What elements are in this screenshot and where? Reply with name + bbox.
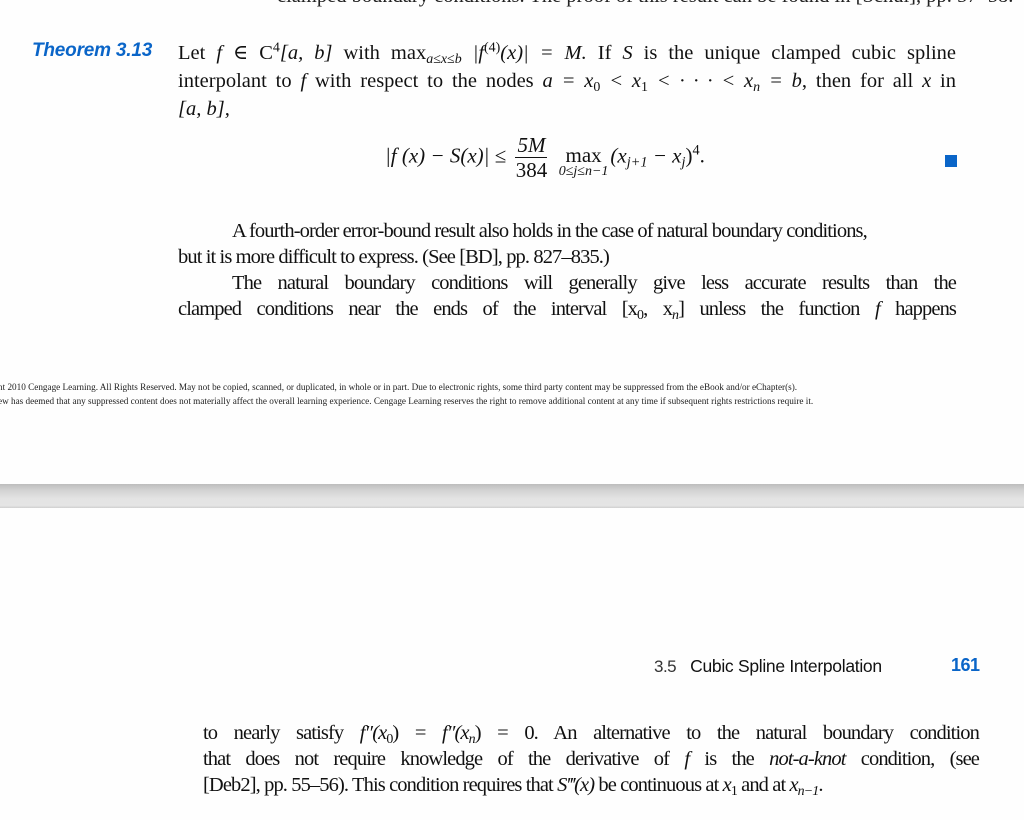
math-nodes: < · · · < x	[647, 70, 754, 92]
text: , then for all	[801, 70, 923, 92]
text: happens	[879, 298, 957, 320]
running-header: 3.5 Cubic Spline Interpolation	[654, 656, 882, 677]
text: ) = 0. An alternative to the natural bou…	[474, 722, 980, 744]
end-of-proof-square-icon	[945, 155, 957, 167]
math: S‴(x)	[557, 774, 595, 796]
max-label: max	[565, 142, 602, 167]
math-nodes: < x	[600, 70, 641, 92]
text: be continuous at	[594, 774, 723, 796]
text: in	[931, 70, 956, 92]
text: ) =	[392, 722, 443, 744]
equation-end: .	[699, 143, 705, 168]
equation-rhs: (x	[610, 143, 627, 168]
theorem-line-1: Let f ∈ C4[a, b] with maxa≤x≤b |f(4)(x)|…	[178, 39, 956, 67]
paragraph-line: clamped conditions near the ends of the …	[178, 296, 957, 323]
math-deriv: |f	[472, 42, 485, 64]
paragraph-line: [Deb2], pp. 55–56). This condition requi…	[203, 772, 979, 800]
paragraph-natural-boundary: The natural boundary conditions will gen…	[178, 270, 957, 323]
text: and at	[736, 774, 790, 796]
text: [Deb2], pp. 55–56). This condition requi…	[203, 774, 558, 796]
text: with max	[332, 42, 427, 64]
copyright-line-1: nt 2010 Cengage Learning. All Rights Res…	[0, 382, 798, 392]
text: condition, (see	[845, 748, 980, 770]
copyright-line-2: ew has deemed that any suppressed conten…	[0, 396, 814, 406]
text: ] unless the function	[678, 298, 875, 320]
text: Let	[178, 42, 217, 64]
paragraph-line: that does not require knowledge of the d…	[203, 746, 980, 772]
page-number: 161	[951, 655, 980, 675]
equation-lhs: |f (x) − S(x)| ≤	[385, 143, 507, 168]
text: interpolant to	[178, 70, 301, 92]
paragraph-line: The natural boundary conditions will gen…	[232, 272, 957, 294]
math: f″(x	[359, 722, 387, 744]
paragraph-line: A fourth-order error-bound result also h…	[232, 220, 868, 242]
fraction: 5M 384	[515, 133, 548, 182]
theorem-line-2: interpolant to f with respect to the nod…	[178, 67, 956, 95]
text: clamped conditions near the ends of the …	[178, 298, 638, 320]
clipped-top-line: clamped boundary conditions. The proof o…	[277, 0, 1013, 10]
math-sub: 1	[640, 80, 648, 96]
theorem-line-3: [a, b],	[178, 98, 230, 120]
page-separator	[0, 484, 1024, 508]
math: f″(x	[442, 722, 469, 744]
math-f: f	[216, 42, 223, 64]
text: is the unique clamped cubic spline	[632, 42, 957, 64]
text: that does not require knowledge of the d…	[203, 748, 685, 770]
math-interval: [a, b]	[279, 42, 333, 64]
math-sup: (4)	[484, 40, 501, 56]
math-sup: 4	[692, 142, 700, 159]
section-number: 3.5	[654, 657, 677, 676]
text: If	[586, 42, 623, 64]
math: x	[789, 774, 798, 796]
paragraph-error-bound: A fourth-order error-bound result also h…	[178, 218, 956, 270]
text: with respect to the nodes	[306, 70, 543, 92]
text: .	[818, 774, 823, 796]
fraction-denominator: 384	[515, 158, 548, 182]
theorem-statement: Let f ∈ C4[a, b] with maxa≤x≤b |f(4)(x)|…	[178, 39, 958, 123]
emphasis-not-a-knot: not-a-knot	[769, 748, 846, 770]
paragraph-not-a-knot: to nearly satisfy f″(x0) = f″(xn) = 0. A…	[203, 720, 980, 800]
math-nodes: a = x	[542, 70, 594, 92]
math-sup: 4	[272, 40, 280, 56]
math: x	[722, 774, 732, 796]
paragraph-line: but it is more difficult to express. (Se…	[178, 246, 610, 268]
text: , x	[643, 298, 673, 320]
text: to nearly satisfy	[203, 722, 360, 744]
max-operator: max 0≤j≤n−1	[558, 142, 609, 179]
equation-rhs: − x	[647, 143, 682, 168]
section-title: Cubic Spline Interpolation	[690, 656, 882, 676]
math-nodes: = b	[760, 70, 802, 92]
math-c4: ∈ C	[233, 42, 273, 64]
paragraph-line: to nearly satisfy f″(x0) = f″(xn) = 0. A…	[203, 720, 980, 747]
error-bound-equation: |f (x) − S(x)| ≤ 5M 384 max 0≤j≤n−1 (xj+…	[385, 133, 705, 182]
fraction-numerator: 5M	[515, 133, 548, 158]
math-deriv-rest: (x)| = M.	[500, 42, 587, 64]
math-x: x	[922, 70, 932, 92]
math-sub: n−1	[797, 784, 820, 800]
theorem-label: Theorem 3.13	[32, 40, 153, 61]
math-S: S	[622, 42, 633, 64]
max-limits: 0≤j≤n−1	[558, 163, 609, 179]
math-sub: j+1	[626, 154, 648, 171]
text: is the	[689, 748, 770, 770]
math-sub: a≤x≤b	[426, 52, 462, 68]
